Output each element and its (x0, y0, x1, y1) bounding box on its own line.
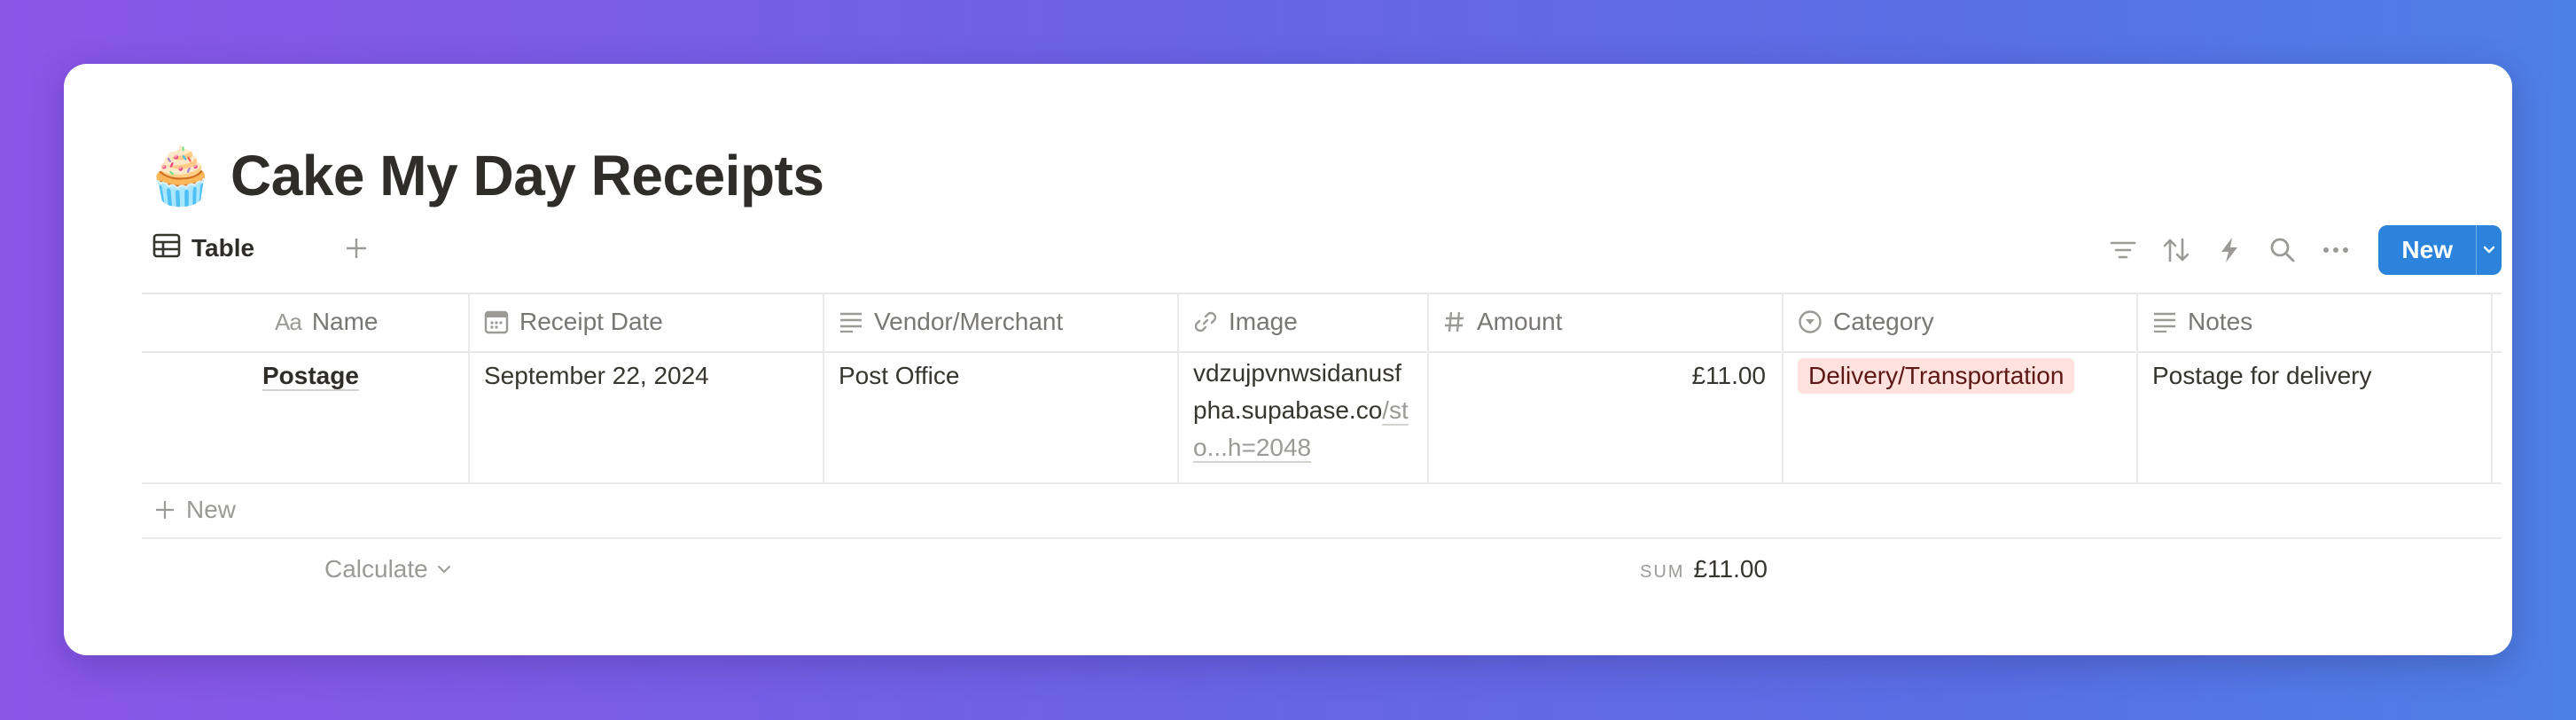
plus-icon (347, 239, 366, 258)
column-divider (468, 293, 470, 482)
row-bottom-border (142, 482, 2502, 484)
add-view-button[interactable] (340, 232, 372, 264)
cell-vendor[interactable]: Post Office (839, 362, 959, 390)
sum-value: £11.00 (1693, 555, 1768, 583)
more-options-button[interactable] (2316, 231, 2355, 270)
text-lines-icon (840, 312, 862, 333)
column-divider (823, 293, 824, 482)
cell-category[interactable]: Delivery/Transportation (1798, 358, 2075, 394)
sum-label: SUM (1639, 562, 1685, 582)
column-divider (1177, 293, 1179, 482)
search-icon (2271, 238, 2295, 262)
chevron-down-icon (437, 566, 450, 574)
cell-name[interactable]: Postage (262, 362, 359, 390)
column-header-receipt-date[interactable]: Receipt Date (484, 293, 823, 351)
calendar-icon (484, 310, 509, 334)
link-icon (1194, 311, 1217, 333)
column-divider (1782, 293, 1784, 482)
column-header-notes[interactable]: Notes (2152, 293, 2491, 351)
page-header: 🧁 Cake My Day Receipts (145, 131, 824, 220)
sort-icon (2164, 238, 2190, 262)
select-icon (1799, 310, 1822, 333)
column-header-image[interactable]: Image (1193, 293, 1427, 351)
header-bottom-border (142, 351, 2502, 353)
plus-icon (156, 501, 174, 519)
new-record-button[interactable]: New (2378, 225, 2476, 275)
filter-icon (2111, 241, 2136, 259)
automation-bolt-icon (2221, 238, 2238, 262)
hash-icon (1445, 311, 1464, 333)
column-header-category[interactable]: Category (1798, 293, 2136, 351)
more-icon (2323, 247, 2349, 253)
cell-amount[interactable]: £11.00 (1443, 362, 1766, 390)
column-header-label: Receipt Date (519, 308, 663, 335)
column-header-label: Image (1229, 308, 1298, 335)
cell-image-link[interactable]: vdzujpvnwsidanusfpha.supabase.co/sto...h… (1193, 355, 1415, 466)
text-aa-icon: Aa (275, 308, 302, 335)
calculate-dropdown[interactable]: Calculate (324, 555, 451, 583)
tab-table-label: Table (191, 234, 255, 262)
column-header-label: Notes (2188, 308, 2253, 335)
add-row-button[interactable]: New (154, 482, 236, 537)
add-row-label: New (186, 496, 237, 523)
column-header-label: Amount (1477, 308, 1563, 335)
chevron-down-icon (2483, 246, 2495, 254)
filter-button[interactable] (2104, 231, 2143, 270)
view-bar: Table New (152, 225, 2502, 275)
column-header-label: Name (311, 308, 379, 335)
calculate-label: Calculate (324, 555, 428, 583)
cell-notes[interactable]: Postage for delivery (2152, 362, 2371, 390)
column-header-label: Vendor/Merchant (874, 308, 1064, 335)
sort-button[interactable] (2157, 231, 2196, 270)
view-toolbar: New (2089, 225, 2502, 275)
automation-button[interactable] (2210, 231, 2249, 270)
new-record-button-group: New (2378, 225, 2502, 275)
category-tag: Delivery/Transportation (1798, 358, 2075, 394)
table-icon (152, 233, 181, 264)
column-header-amount[interactable]: Amount (1443, 293, 1782, 351)
search-button[interactable] (2263, 231, 2302, 270)
column-divider (2136, 293, 2138, 482)
column-divider (1427, 293, 1429, 482)
database-page-card: 🧁 Cake My Day Receipts Table New Aa Name… (64, 64, 2512, 655)
cell-receipt-date[interactable]: September 22, 2024 (484, 362, 709, 390)
new-record-options-button[interactable] (2476, 225, 2502, 275)
column-header-vendor[interactable]: Vendor/Merchant (839, 293, 1177, 351)
text-lines-icon (2154, 312, 2175, 333)
column-divider (2491, 293, 2493, 482)
page-emoji-icon[interactable]: 🧁 (145, 144, 216, 207)
column-header-label: Category (1833, 308, 1934, 335)
image-link-text: vdzujpvnwsidanusfpha.supabase.co (1193, 359, 1402, 424)
column-header-name[interactable]: Aa Name (275, 293, 468, 351)
new-row-bottom-border (142, 537, 2502, 539)
page-title[interactable]: Cake My Day Receipts (230, 143, 824, 208)
tab-table-view[interactable]: Table (152, 225, 254, 271)
amount-sum-calculation[interactable]: SUM £11.00 (1443, 555, 1768, 583)
